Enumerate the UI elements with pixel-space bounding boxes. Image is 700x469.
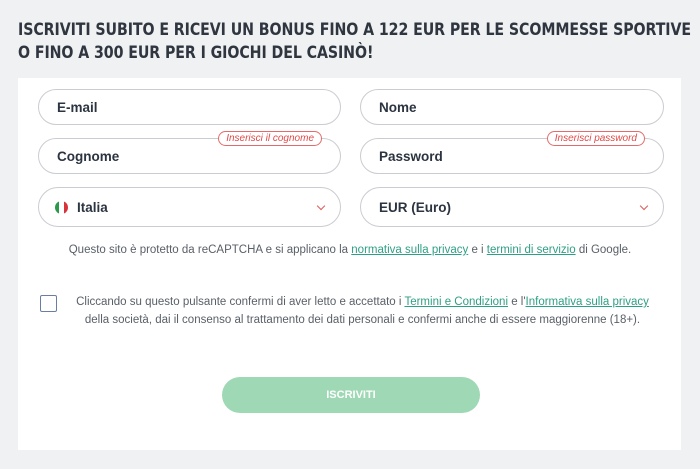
terms-conditions-link[interactable]: Termini e Condizioni [404, 296, 508, 308]
email-field[interactable]: E-mail [38, 89, 341, 125]
headline-line-1: ISCRIVITI SUBITO E RICEVI UN BONUS FINO … [18, 20, 692, 39]
country-value: Italia [77, 199, 108, 215]
surname-field[interactable]: Cognome Inserisci il cognome [38, 131, 341, 174]
privacy-policy-link[interactable]: normativa sulla privacy [351, 244, 468, 256]
surname-error-badge: Inserisci il cognome [218, 131, 322, 146]
consent-text-before: Cliccando su questo pulsante confermi di… [76, 296, 405, 308]
password-field[interactable]: Password Inserisci password [360, 131, 664, 174]
consent-text: Cliccando su questo pulsante confermi di… [70, 293, 655, 329]
name-placeholder: Nome [379, 99, 417, 115]
surname-placeholder: Cognome [57, 148, 120, 164]
captcha-text-middle: e i [468, 244, 487, 256]
headline-line-2: O FINO A 300 EUR PER I GIOCHI DEL CASINÒ… [18, 43, 374, 62]
chevron-down-icon [316, 201, 326, 211]
register-button[interactable]: ISCRIVITI [222, 377, 480, 413]
chevron-down-icon [639, 201, 649, 211]
currency-value: EUR (Euro) [379, 199, 451, 215]
terms-of-service-link[interactable]: termini di servizio [487, 244, 576, 256]
page-headline: ISCRIVITI SUBITO E RICEVI UN BONUS FINO … [18, 18, 692, 64]
captcha-text-before: Questo sito è protetto da reCAPTCHA e si… [68, 244, 352, 256]
consent-checkbox[interactable] [40, 295, 57, 312]
email-placeholder: E-mail [57, 99, 98, 115]
country-select[interactable]: Italia [38, 187, 341, 227]
name-field[interactable]: Nome [360, 89, 664, 125]
consent-text-after: della società, dai il consenso al tratta… [84, 314, 641, 326]
italy-flag-icon [55, 200, 68, 214]
captcha-text-after: di Google. [575, 244, 632, 256]
privacy-notice-link[interactable]: Informativa sulla privacy [526, 296, 649, 308]
consent-text-middle: e l' [508, 296, 526, 308]
password-error-badge: Inserisci password [546, 131, 645, 146]
currency-select[interactable]: EUR (Euro) [360, 187, 664, 227]
recaptcha-notice: Questo sito è protetto da reCAPTCHA e si… [40, 241, 660, 259]
password-placeholder: Password [379, 148, 443, 164]
